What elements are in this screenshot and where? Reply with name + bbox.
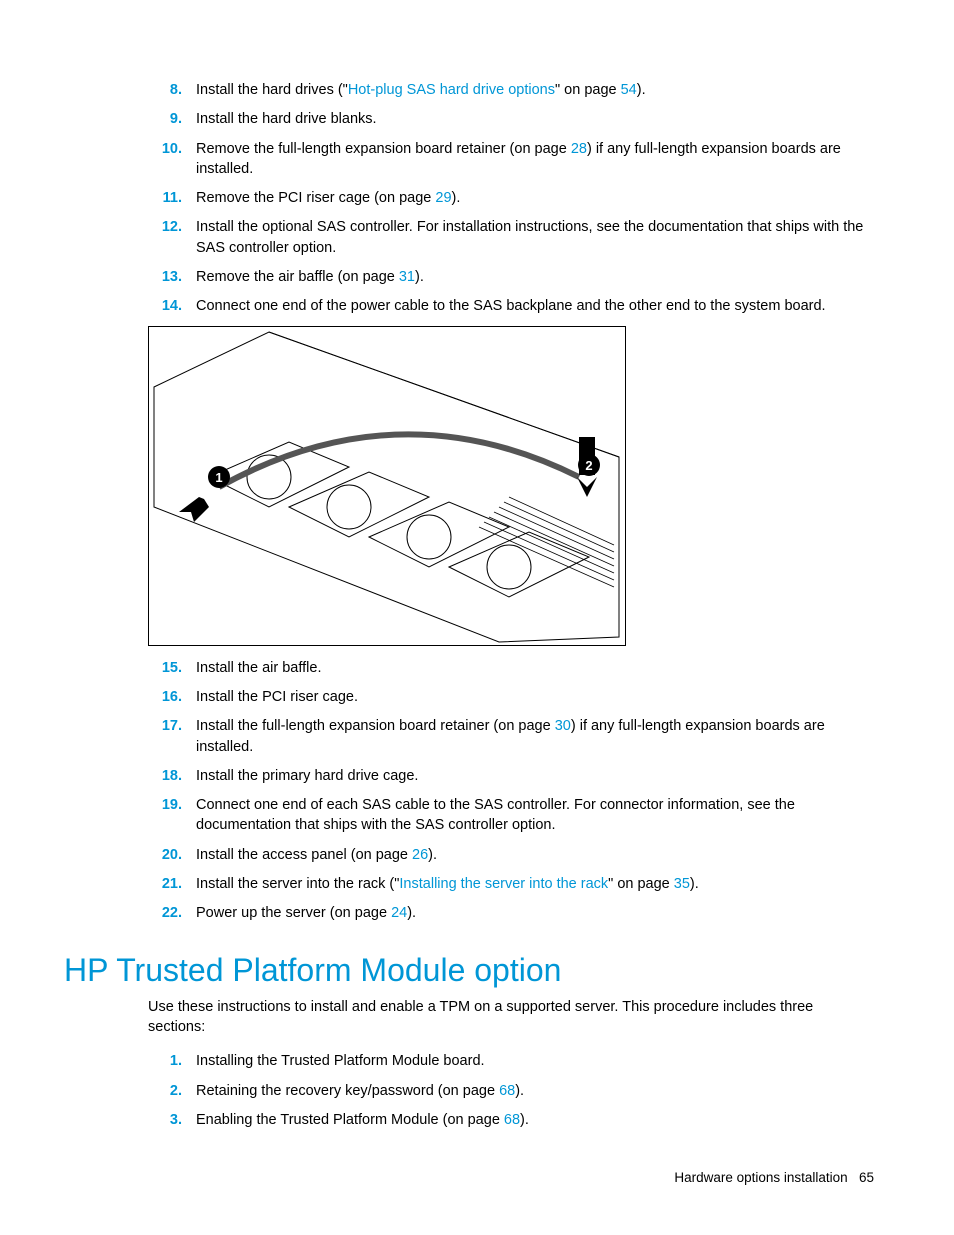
step-number: 21. (148, 874, 196, 894)
step-number: 17. (148, 716, 196, 736)
footer-section: Hardware options installation (674, 1170, 847, 1185)
step-number: 11. (148, 188, 196, 208)
step-text: Power up the server (on page 24). (196, 903, 874, 923)
step-number: 19. (148, 795, 196, 815)
page-footer: Hardware options installation 65 (674, 1170, 874, 1185)
list-item: 17. Install the full-length expansion bo… (148, 716, 874, 757)
list-item: 10. Remove the full-length expansion boa… (148, 139, 874, 180)
step-number: 18. (148, 766, 196, 786)
diagram-figure: 1 2 (148, 326, 626, 646)
step-number: 15. (148, 658, 196, 678)
step-number: 9. (148, 109, 196, 129)
page-link[interactable]: 68 (499, 1083, 515, 1099)
step-text: Install the optional SAS controller. For… (196, 217, 874, 258)
list-item: 11. Remove the PCI riser cage (on page 2… (148, 188, 874, 208)
list-item: 14. Connect one end of the power cable t… (148, 296, 874, 316)
list-item: 16. Install the PCI riser cage. (148, 687, 874, 707)
link[interactable]: Installing the server into the rack (399, 876, 608, 892)
list-item: 15. Install the air baffle. (148, 658, 874, 678)
tpm-steps-list: 1. Installing the Trusted Platform Modul… (148, 1051, 874, 1130)
list-item: 13. Remove the air baffle (on page 31). (148, 267, 874, 287)
page-link[interactable]: 31 (399, 269, 415, 285)
link[interactable]: Hot-plug SAS hard drive options (348, 82, 555, 98)
callout-2: 2 (585, 458, 592, 473)
step-text: Install the PCI riser cage. (196, 687, 874, 707)
list-item: 1. Installing the Trusted Platform Modul… (148, 1051, 874, 1071)
list-item: 22. Power up the server (on page 24). (148, 903, 874, 923)
page-link[interactable]: 24 (391, 905, 407, 921)
step-text: Install the access panel (on page 26). (196, 845, 874, 865)
list-item: 20. Install the access panel (on page 26… (148, 845, 874, 865)
bottom-steps-list: 15. Install the air baffle. 16. Install … (148, 658, 874, 924)
step-number: 20. (148, 845, 196, 865)
list-item: 21. Install the server into the rack ("I… (148, 874, 874, 894)
top-steps-list: 8. Install the hard drives ("Hot-plug SA… (148, 80, 874, 317)
list-item: 3. Enabling the Trusted Platform Module … (148, 1110, 874, 1130)
footer-page: 65 (859, 1170, 874, 1185)
step-number: 13. (148, 267, 196, 287)
callout-1: 1 (215, 470, 222, 485)
step-text: Install the server into the rack ("Insta… (196, 874, 874, 894)
step-text: Retaining the recovery key/password (on … (196, 1081, 874, 1101)
step-number: 1. (148, 1051, 196, 1071)
step-text: Connect one end of the power cable to th… (196, 296, 874, 316)
page-link[interactable]: 26 (412, 847, 428, 863)
page-link[interactable]: 54 (621, 82, 637, 98)
step-number: 10. (148, 139, 196, 159)
step-text: Remove the PCI riser cage (on page 29). (196, 188, 874, 208)
step-number: 2. (148, 1081, 196, 1101)
step-text: Install the full-length expansion board … (196, 716, 874, 757)
list-item: 9. Install the hard drive blanks. (148, 109, 874, 129)
step-text: Install the air baffle. (196, 658, 874, 678)
step-text: Installing the Trusted Platform Module b… (196, 1051, 874, 1071)
step-text: Connect one end of each SAS cable to the… (196, 795, 874, 836)
step-number: 14. (148, 296, 196, 316)
page-link[interactable]: 30 (555, 718, 571, 734)
step-text: Install the primary hard drive cage. (196, 766, 874, 786)
step-text: Remove the full-length expansion board r… (196, 139, 874, 180)
step-text: Enabling the Trusted Platform Module (on… (196, 1110, 874, 1130)
intro-paragraph: Use these instructions to install and en… (148, 997, 874, 1038)
list-item: 2. Retaining the recovery key/password (… (148, 1081, 874, 1101)
step-number: 16. (148, 687, 196, 707)
step-number: 12. (148, 217, 196, 237)
page-link[interactable]: 28 (571, 141, 587, 157)
list-item: 18. Install the primary hard drive cage. (148, 766, 874, 786)
step-number: 3. (148, 1110, 196, 1130)
step-number: 22. (148, 903, 196, 923)
step-text: Remove the air baffle (on page 31). (196, 267, 874, 287)
page-link[interactable]: 68 (504, 1112, 520, 1128)
list-item: 8. Install the hard drives ("Hot-plug SA… (148, 80, 874, 100)
step-text: Install the hard drives ("Hot-plug SAS h… (196, 80, 874, 100)
list-item: 19. Connect one end of each SAS cable to… (148, 795, 874, 836)
page-link[interactable]: 29 (435, 190, 451, 206)
step-text: Install the hard drive blanks. (196, 109, 874, 129)
page-link[interactable]: 35 (674, 876, 690, 892)
step-number: 8. (148, 80, 196, 100)
list-item: 12. Install the optional SAS controller.… (148, 217, 874, 258)
section-heading: HP Trusted Platform Module option (64, 952, 874, 989)
